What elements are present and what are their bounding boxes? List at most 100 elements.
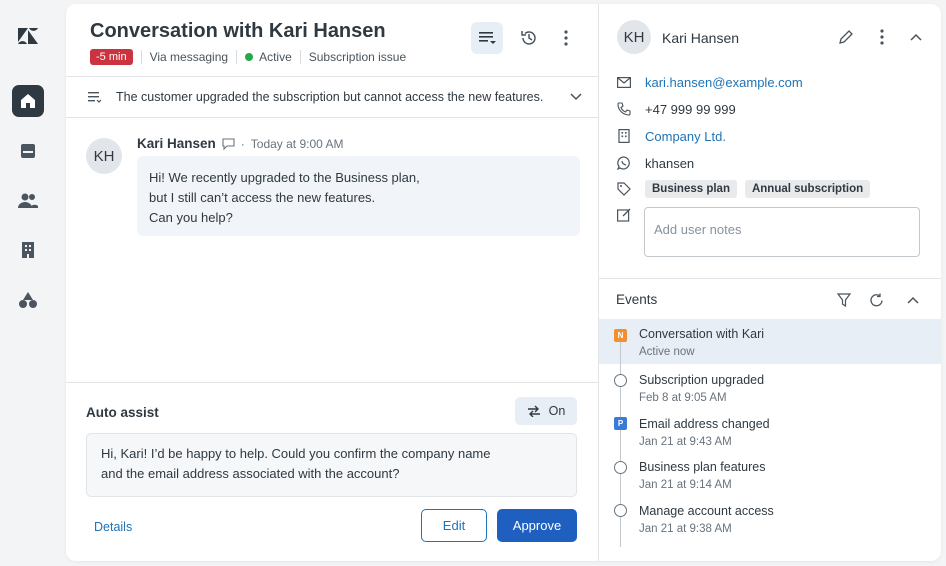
event-item[interactable]: Email address changed Jan 21 at 9:43 AM xyxy=(639,417,770,448)
edit-customer-button[interactable] xyxy=(837,28,855,46)
suggestion-line: and the email address associated with th… xyxy=(101,466,400,481)
home-icon[interactable] xyxy=(12,85,44,117)
user-notes-input[interactable]: Add user notes xyxy=(644,207,920,257)
suggestion-line: Hi, Kari! I’d be happy to help. Could yo… xyxy=(101,446,491,461)
mail-icon xyxy=(616,74,632,90)
event-subtitle: Active now xyxy=(639,346,695,358)
topic-label: Subscription issue xyxy=(308,50,407,64)
header-divider xyxy=(66,76,598,77)
filter-icon xyxy=(837,293,851,307)
summary-divider xyxy=(66,117,598,118)
customer-panel: KH Kari Hansen kari.hansen@example.com +… xyxy=(598,4,941,561)
tags-row: Business plan Annual subscription xyxy=(616,180,878,198)
customer-name: Kari Hansen xyxy=(662,30,740,46)
event-item[interactable]: Conversation with Kari Active now xyxy=(639,327,764,358)
collapse-customer-button[interactable] xyxy=(907,28,925,46)
customer-phone: +47 999 99 999 xyxy=(645,101,736,117)
approve-button[interactable]: Approve xyxy=(497,509,577,542)
swap-icon xyxy=(527,405,540,417)
whatsapp-icon xyxy=(616,155,632,171)
conversation-meta: -5 min Via messaging Active Subscription… xyxy=(90,49,406,65)
company-row: Company Ltd. xyxy=(616,128,726,144)
shapes-icon[interactable] xyxy=(12,284,44,316)
history-icon xyxy=(521,31,536,45)
event-marker-icon xyxy=(614,504,627,517)
avatar: KH xyxy=(617,20,651,54)
event-title: Manage account access xyxy=(639,504,774,518)
inbox-icon[interactable] xyxy=(12,135,44,167)
summary-toggle-button[interactable] xyxy=(471,22,503,54)
users-icon[interactable] xyxy=(12,185,44,217)
event-title: Conversation with Kari xyxy=(639,327,765,341)
details-link[interactable]: Details xyxy=(94,520,132,534)
chevron-up-icon xyxy=(910,33,922,41)
more-options-button[interactable] xyxy=(550,22,582,54)
event-item[interactable]: Manage account access Jan 21 at 9:38 AM xyxy=(639,504,774,535)
status-label: Active xyxy=(259,50,292,64)
building-icon[interactable] xyxy=(12,234,44,266)
event-title: Business plan features xyxy=(639,460,766,474)
tag-icon xyxy=(616,181,632,197)
note-edit-icon xyxy=(616,207,632,223)
event-title: Email address changed xyxy=(639,417,770,431)
event-marker-icon: N xyxy=(614,329,627,342)
suggested-reply[interactable]: Hi, Kari! I’d be happy to help. Could yo… xyxy=(86,433,577,497)
event-subtitle: Jan 21 at 9:14 AM xyxy=(639,479,732,491)
chevron-down-icon[interactable] xyxy=(570,93,582,101)
notes-row xyxy=(616,207,645,223)
meta-divider xyxy=(236,50,238,64)
customer-whatsapp: khansen xyxy=(645,155,695,171)
event-title: Subscription upgraded xyxy=(639,373,765,387)
customer-email[interactable]: kari.hansen@example.com xyxy=(645,75,803,90)
kebab-icon xyxy=(564,30,568,46)
edit-button[interactable]: Edit xyxy=(421,509,487,542)
zendesk-logo-icon[interactable] xyxy=(12,20,44,52)
message-time: Today at 9:00 AM xyxy=(250,136,344,151)
event-item[interactable]: Business plan features Jan 21 at 9:14 AM xyxy=(639,460,765,491)
conversation-panel: Conversation with Kari Hansen -5 min Via… xyxy=(66,4,598,561)
email-row: kari.hansen@example.com xyxy=(616,74,803,90)
customer-tag[interactable]: Annual subscription xyxy=(744,180,871,198)
history-button[interactable] xyxy=(513,22,545,54)
channel-label: Via messaging xyxy=(149,50,229,64)
list-icon xyxy=(479,32,496,44)
chat-bubble-icon xyxy=(222,137,235,150)
page-title: Conversation with Kari Hansen xyxy=(90,20,386,42)
auto-assist-toggle[interactable]: On xyxy=(515,397,577,425)
customer-tag[interactable]: Business plan xyxy=(645,180,737,198)
avatar: KH xyxy=(86,138,122,174)
phone-icon xyxy=(616,101,632,117)
summary-text: The customer upgraded the subscription b… xyxy=(116,90,544,104)
auto-assist-title: Auto assist xyxy=(86,405,159,420)
refresh-events-button[interactable] xyxy=(867,291,885,309)
events-title: Events xyxy=(616,292,658,307)
phone-row: +47 999 99 999 xyxy=(616,101,736,117)
customer-company[interactable]: Company Ltd. xyxy=(645,129,726,144)
collapse-events-button[interactable] xyxy=(904,291,922,309)
message-line: but I still can’t access the new feature… xyxy=(149,190,376,205)
event-marker-icon xyxy=(614,461,627,474)
message-bubble: Hi! We recently upgraded to the Business… xyxy=(137,156,580,236)
filter-events-button[interactable] xyxy=(835,291,853,309)
nav-rail xyxy=(0,0,57,566)
conversation-summary: The customer upgraded the subscription b… xyxy=(88,90,582,104)
message-line: Hi! We recently upgraded to the Business… xyxy=(149,170,420,185)
kebab-icon xyxy=(880,29,884,45)
whatsapp-row: khansen xyxy=(616,155,694,171)
message-line: Can you help? xyxy=(149,210,233,225)
event-marker-icon xyxy=(614,374,627,387)
customer-more-button[interactable] xyxy=(873,28,891,46)
message-header: Kari Hansen · Today at 9:00 AM xyxy=(137,136,344,151)
meta-divider xyxy=(299,50,301,64)
building-icon xyxy=(616,128,632,144)
auto-assist-panel: Auto assist On Hi, Kari! I’d be happy to… xyxy=(66,382,598,561)
message-author: Kari Hansen xyxy=(137,136,216,151)
meta-divider xyxy=(140,50,142,64)
event-subtitle: Jan 21 at 9:38 AM xyxy=(639,523,732,535)
event-subtitle: Jan 21 at 9:43 AM xyxy=(639,436,732,448)
events-divider xyxy=(599,278,941,279)
event-item[interactable]: Subscription upgraded Feb 8 at 9:05 AM xyxy=(639,373,764,404)
toggle-label: On xyxy=(548,404,566,418)
chevron-up-icon xyxy=(907,296,919,304)
refresh-icon xyxy=(869,293,883,306)
